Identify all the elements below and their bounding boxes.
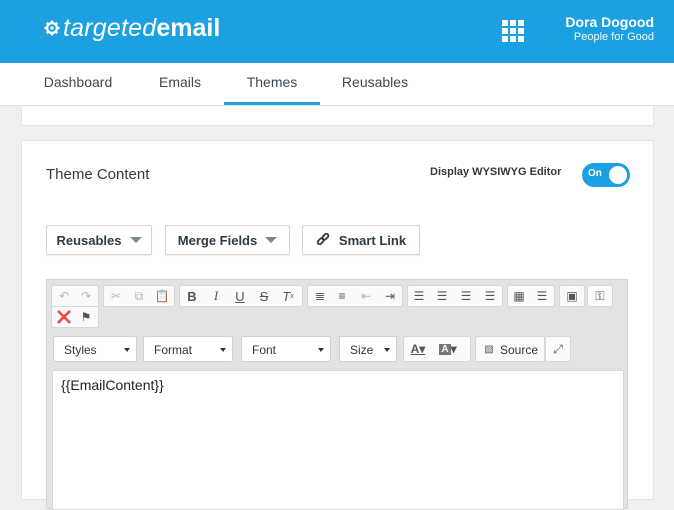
table-icon[interactable]: ▦ xyxy=(511,288,527,304)
merge-fields-button-label: Merge Fields xyxy=(177,232,258,248)
gear-logo-icon xyxy=(44,20,60,36)
wysiwyg-toggle-label: Display WYSIWYG Editor xyxy=(430,166,562,178)
align-left-icon[interactable]: ☰ xyxy=(411,288,427,304)
tab-emails[interactable]: Emails xyxy=(146,63,214,105)
chevron-down-icon xyxy=(318,348,324,352)
wysiwyg-toggle[interactable]: On xyxy=(582,163,630,187)
toolbar-group-undo: ↶ ↷ xyxy=(51,285,99,307)
panel-title: Theme Content xyxy=(46,166,150,183)
image-icon[interactable]: ▣ xyxy=(564,288,580,304)
editor-content-text: {{EmailContent}} xyxy=(61,377,164,393)
app-header: targeted email Dora Dogood People for Goo… xyxy=(0,0,674,63)
align-center-icon[interactable]: ☰ xyxy=(434,288,450,304)
user-name: Dora Dogood xyxy=(565,14,654,30)
chevron-down-icon xyxy=(124,348,130,352)
tab-themes[interactable]: Themes xyxy=(224,63,320,105)
numbered-list-icon[interactable]: ≣ xyxy=(312,288,328,304)
tab-dashboard[interactable]: Dashboard xyxy=(30,63,126,105)
source-label: Source xyxy=(500,343,539,357)
theme-content-panel: Theme Content Display WYSIWYG Editor On … xyxy=(21,140,654,510)
toolbar-group-anchor: ❌ ⚑ xyxy=(51,306,99,328)
background-color-icon[interactable]: A ▾ xyxy=(439,341,457,357)
undo-icon[interactable]: ↶ xyxy=(56,288,72,304)
maximize-icon[interactable]: ⤢ xyxy=(550,341,566,357)
previous-panel-bottom xyxy=(21,106,654,126)
indent-icon[interactable]: ⇥ xyxy=(382,288,398,304)
paste-icon[interactable]: 📋 xyxy=(154,288,170,304)
underline-icon[interactable]: U xyxy=(232,288,248,304)
link-icon xyxy=(316,233,330,246)
reusables-dropdown-button[interactable]: Reusables xyxy=(46,225,152,255)
logo-text-bold: email xyxy=(156,14,221,42)
apps-grid-icon[interactable] xyxy=(502,20,524,42)
align-right-icon[interactable]: ☰ xyxy=(458,288,474,304)
link-icon[interactable]: ⚿ xyxy=(592,288,608,304)
reusables-button-label: Reusables xyxy=(56,232,122,248)
toolbar-group-image: ▣ xyxy=(559,285,585,307)
toolbar-group-formatting: B I U S Tx xyxy=(179,285,303,307)
format-combo-label: Format xyxy=(154,343,193,357)
strikethrough-icon[interactable]: S xyxy=(256,288,272,304)
redo-icon[interactable]: ↷ xyxy=(78,288,94,304)
italic-icon[interactable]: I xyxy=(208,288,224,304)
user-menu[interactable]: Dora Dogood People for Good xyxy=(565,14,654,44)
chevron-down-icon xyxy=(265,237,278,243)
toolbar-group-insert: ▦ ☰ xyxy=(507,285,555,307)
bold-icon[interactable]: B xyxy=(184,288,200,304)
chevron-down-icon xyxy=(384,348,390,352)
source-button[interactable]: ▧ Source xyxy=(475,336,545,362)
remove-format-icon[interactable]: Tx xyxy=(280,288,296,304)
rich-text-editor: ↶ ↷ ✂ ⧉ 📋 B I U S Tx ≣ ≡ ⇤ ⇥ ☰ ☰ ☰ ☰ ▦ ☰… xyxy=(46,279,628,510)
chevron-down-icon xyxy=(220,348,226,352)
copy-icon[interactable]: ⧉ xyxy=(131,288,147,304)
size-combo[interactable]: Size xyxy=(339,336,397,362)
app-logo[interactable]: targeted email xyxy=(44,14,220,42)
anchor-flag-icon[interactable]: ⚑ xyxy=(78,309,94,325)
toolbar-group-link: ⚿ xyxy=(587,285,613,307)
smart-link-button-label: Smart Link xyxy=(338,232,407,248)
unlink-icon[interactable]: ❌ xyxy=(56,309,72,325)
toolbar-group-clipboard: ✂ ⧉ 📋 xyxy=(103,285,175,307)
format-combo[interactable]: Format xyxy=(143,336,233,362)
font-combo-label: Font xyxy=(252,343,277,357)
justify-icon[interactable]: ☰ xyxy=(482,288,498,304)
logo-text-thin: targeted xyxy=(63,14,157,42)
chevron-down-icon xyxy=(129,237,142,243)
toolbar-group-align: ☰ ☰ ☰ ☰ xyxy=(407,285,503,307)
cut-icon[interactable]: ✂ xyxy=(108,288,124,304)
styles-combo[interactable]: Styles xyxy=(53,336,137,362)
merge-fields-dropdown-button[interactable]: Merge Fields xyxy=(165,225,290,255)
size-combo-label: Size xyxy=(350,343,374,357)
toolbar-group-colors: A▾ A ▾ xyxy=(403,336,471,362)
tab-reusables[interactable]: Reusables xyxy=(330,63,420,105)
font-combo[interactable]: Font xyxy=(241,336,331,362)
styles-combo-label: Styles xyxy=(64,343,97,357)
horizontal-rule-icon[interactable]: ☰ xyxy=(534,288,550,304)
user-organization: People for Good xyxy=(573,31,654,43)
bulleted-list-icon[interactable]: ≡ xyxy=(334,288,350,304)
main-nav: Dashboard Emails Themes Reusables xyxy=(0,63,674,106)
source-icon: ▧ xyxy=(484,343,494,355)
editor-content-area[interactable]: {{EmailContent}} xyxy=(52,370,624,510)
toolbar-group-maximize: ⤢ xyxy=(545,336,571,362)
toggle-state-label: On xyxy=(588,168,602,179)
toolbar-group-lists: ≣ ≡ ⇤ ⇥ xyxy=(307,285,403,307)
outdent-icon[interactable]: ⇤ xyxy=(358,288,374,304)
smart-link-button[interactable]: Smart Link xyxy=(302,225,420,255)
text-color-icon[interactable]: A▾ xyxy=(410,341,426,357)
toggle-knob xyxy=(609,166,627,184)
